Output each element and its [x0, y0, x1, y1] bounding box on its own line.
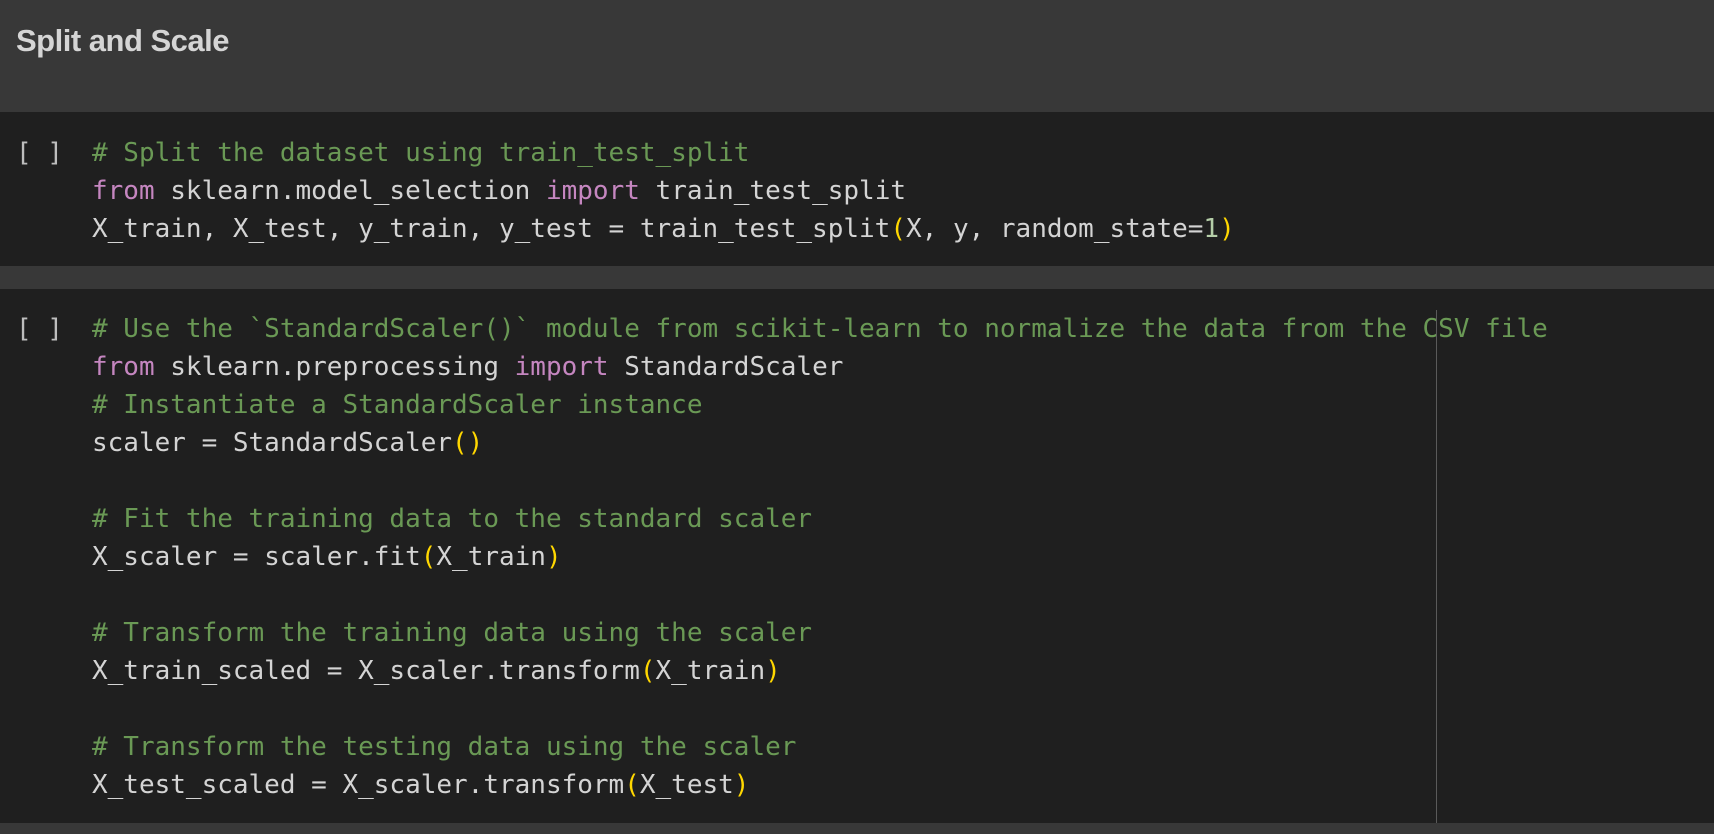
cell-separator: [0, 266, 1714, 289]
code-token-plain: X_train: [655, 656, 766, 686]
section-heading: Split and Scale: [16, 23, 230, 58]
code-token-plain: X_test: [639, 770, 734, 800]
code-line: # Fit the training data to the standard …: [92, 500, 1548, 538]
code-line: X_scaler = scaler.fit(X_train): [92, 538, 1548, 576]
code-token-plain: scaler = StandardScaler: [92, 428, 453, 458]
code-line: # Use the `StandardScaler()` module from…: [92, 310, 1548, 348]
code-token-keyword: from: [92, 176, 155, 206]
code-token-plain: train_test_split: [639, 176, 906, 206]
code-token-plain: X, y, random_state=: [905, 214, 1204, 244]
code-token-paren: (: [639, 656, 656, 686]
code-line: # Split the dataset using train_test_spl…: [92, 134, 1235, 172]
heading-cell[interactable]: Split and Scale: [0, 0, 1714, 112]
run-cell-button[interactable]: [ ]: [16, 310, 63, 348]
code-token-keyword: import: [545, 176, 640, 206]
code-line: X_train_scaled = X_scaler.transform(X_tr…: [92, 652, 1548, 690]
code-token-plain: sklearn.model_selection: [154, 176, 546, 206]
code-line: # Transform the testing data using the s…: [92, 728, 1548, 766]
code-token-keyword: from: [92, 352, 155, 382]
code-token-paren: ): [765, 656, 781, 686]
code-token-plain: X_test_scaled = X_scaler.transform: [92, 770, 625, 800]
code-line: # Transform the training data using the …: [92, 614, 1548, 652]
code-cell-scale[interactable]: [ ] # Use the `StandardScaler()` module …: [0, 289, 1714, 823]
code-token-comment: # Instantiate a StandardScaler instance: [92, 390, 703, 420]
code-token-number: 1: [1203, 214, 1220, 244]
code-editor[interactable]: # Use the `StandardScaler()` module from…: [92, 310, 1548, 804]
code-line: X_test_scaled = X_scaler.transform(X_tes…: [92, 766, 1548, 804]
code-token-keyword: import: [514, 352, 609, 382]
code-token-plain: X_train: [436, 542, 546, 572]
code-token-comment: # Transform the testing data using the s…: [92, 732, 797, 762]
code-token-plain: X_train, X_test, y_train, y_test = train…: [92, 214, 891, 244]
code-token-plain: sklearn.preprocessing: [154, 352, 515, 382]
code-token-paren: (: [890, 214, 906, 244]
code-token-paren: (): [452, 428, 484, 458]
code-line: from sklearn.preprocessing import Standa…: [92, 348, 1548, 386]
code-line: from sklearn.model_selection import trai…: [92, 172, 1235, 210]
code-line: scaler = StandardScaler(): [92, 424, 1548, 462]
code-token-comment: # Split the dataset using train_test_spl…: [92, 138, 750, 168]
code-token-paren: (: [624, 770, 640, 800]
code-token-plain: X_scaler = scaler.fit: [92, 542, 421, 572]
code-token-paren: ): [733, 770, 750, 800]
code-editor[interactable]: # Split the dataset using train_test_spl…: [92, 134, 1235, 248]
code-token-plain: StandardScaler: [608, 352, 844, 382]
code-token-paren: ): [1219, 214, 1235, 244]
editor-ruler: [1436, 310, 1437, 824]
code-line: X_train, X_test, y_train, y_test = train…: [92, 210, 1235, 248]
code-token-comment: # Use the `StandardScaler()` module from…: [92, 314, 1548, 344]
code-token-comment: # Fit the training data to the standard …: [92, 504, 813, 534]
code-token-paren: ): [545, 542, 562, 572]
code-line: # Instantiate a StandardScaler instance: [92, 386, 1548, 424]
code-token-comment: # Transform the training data using the …: [92, 618, 813, 648]
run-cell-button[interactable]: [ ]: [16, 134, 63, 172]
code-token-plain: X_train_scaled = X_scaler.transform: [92, 656, 640, 686]
code-token-paren: (: [420, 542, 437, 572]
code-cell-split[interactable]: [ ] # Split the dataset using train_test…: [0, 112, 1714, 266]
cell-separator: [0, 823, 1714, 834]
